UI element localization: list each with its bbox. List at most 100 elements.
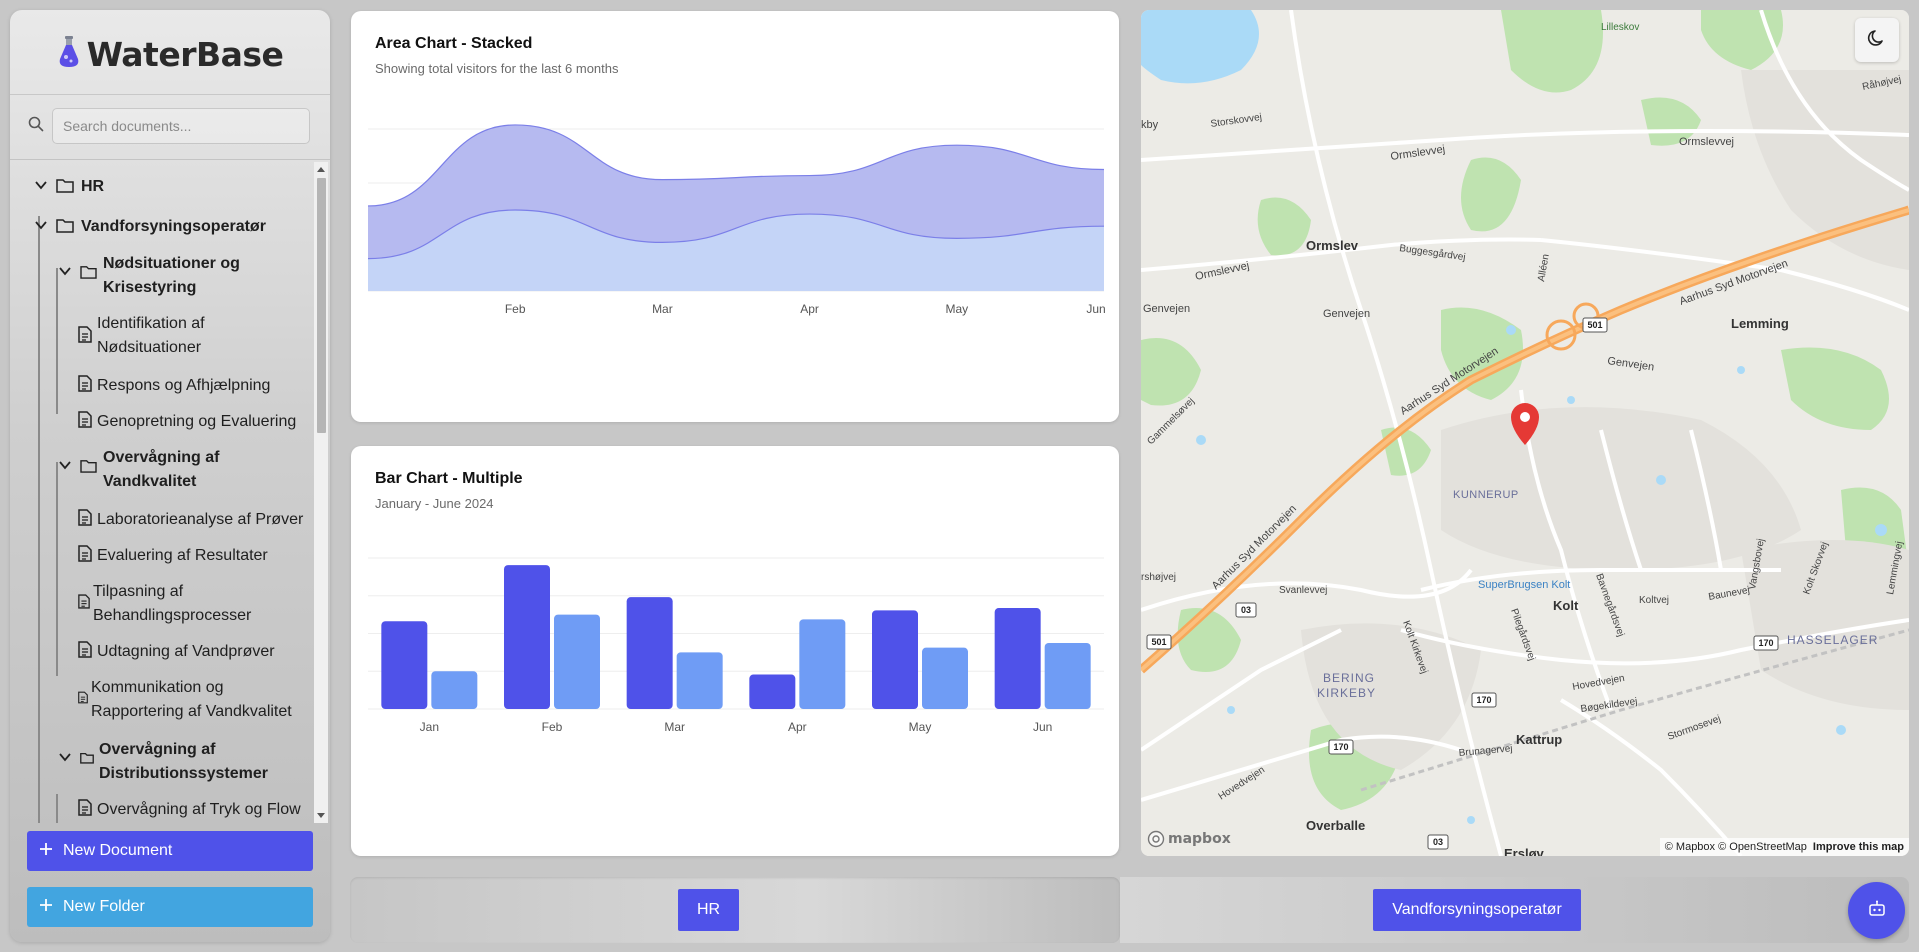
map-label-kby: kby	[1141, 119, 1159, 131]
bar-series-2[interactable]	[922, 647, 968, 709]
x-tick-label: Feb	[505, 302, 526, 316]
road-shield-label: 03	[1433, 837, 1443, 847]
bar-series-1[interactable]	[381, 621, 428, 709]
document-icon	[78, 641, 92, 663]
chevron-down-icon[interactable]	[58, 750, 74, 769]
document-icon	[78, 326, 92, 348]
bar-series-2[interactable]	[554, 614, 600, 709]
improve-map-link[interactable]: Improve this map	[1813, 841, 1904, 853]
tree-label: Genopretning og Evaluering	[97, 413, 297, 430]
road-shield-label: 501	[1587, 320, 1602, 330]
tree-scrollbar[interactable]	[314, 162, 328, 823]
map-label-svanlevvej: Svanlevvej	[1279, 585, 1327, 596]
x-tick-label: Apr	[800, 302, 819, 316]
new-document-label: New Document	[63, 842, 173, 859]
chevron-down-icon[interactable]	[34, 178, 50, 197]
mapbox-logo-text: mapbox	[1168, 831, 1231, 847]
bar-chart-title: Bar Chart - Multiple	[375, 470, 523, 487]
search-input[interactable]	[52, 108, 310, 144]
theme-toggle-button[interactable]	[1855, 18, 1899, 62]
x-tick-label: Mar	[652, 302, 673, 316]
bar-series-2[interactable]	[1044, 642, 1091, 709]
tree-label: Distributionssystemer	[99, 765, 268, 782]
map-label-ormslev: Ormslev	[1306, 238, 1359, 253]
tree-file-genopretning[interactable]: Genopretning og Evaluering	[78, 410, 296, 434]
map-label-kolt: Kolt	[1553, 598, 1579, 613]
new-folder-button[interactable]: New Folder	[27, 887, 313, 927]
map[interactable]: 501 501 03 170 170 170 03 Ormslev Lemmin…	[1141, 10, 1909, 856]
document-icon	[78, 411, 92, 433]
bar-series-1[interactable]	[626, 597, 673, 709]
tree-label: Evaluering af Resultater	[97, 547, 268, 564]
tree-folder-distributionssystemer[interactable]: Overvågning af Distributionssystemer	[58, 738, 268, 786]
tree-file-identifikation[interactable]: Identifikation af Nødsituationer	[78, 312, 205, 360]
tree-label: Identifikation af	[97, 315, 205, 332]
map-label-hasselager: HASSELAGER	[1787, 633, 1878, 647]
tree-label: Udtagning af Vandprøver	[97, 643, 275, 660]
attribution-text[interactable]: © Mapbox © OpenStreetMap	[1665, 841, 1807, 853]
bar-series-1[interactable]	[749, 674, 796, 709]
tree-folder-nodsituationer[interactable]: Nødsituationer og Krisestyring	[58, 252, 240, 300]
tree-label: Nødsituationer	[97, 339, 202, 356]
scroll-thumb[interactable]	[317, 178, 326, 433]
bar-chart-subtitle: January - June 2024	[375, 496, 494, 511]
chevron-down-icon[interactable]	[58, 264, 74, 283]
document-icon	[78, 691, 88, 709]
assistant-button[interactable]	[1848, 882, 1905, 939]
scroll-down-arrow-icon[interactable]	[317, 813, 325, 818]
folder-icon	[56, 217, 74, 238]
bar-series-2[interactable]	[799, 619, 846, 709]
tree-folder-vandforsyningsoperator[interactable]: Vandforsyningsoperatør	[34, 215, 266, 239]
map-label-erslov: Ersløv	[1504, 846, 1545, 856]
search-icon	[28, 116, 44, 137]
tree-file-tryk-flow[interactable]: Overvågning af Tryk og Flow	[78, 798, 301, 822]
folder-chip-vandforsyningsoperator[interactable]: Vandforsyningsoperatør	[1373, 889, 1581, 931]
map-label-genvejen-2: Genvejen	[1323, 308, 1370, 320]
map-label-kunnerup: KUNNERUP	[1453, 489, 1519, 501]
folder-chip-hr[interactable]: HR	[678, 889, 739, 931]
bar-series-1[interactable]	[994, 608, 1041, 709]
road-shield-label: 170	[1758, 638, 1773, 648]
folder-icon	[80, 751, 94, 769]
bar-series-1[interactable]	[504, 565, 550, 709]
tree-folder-hr[interactable]: HR	[34, 175, 104, 199]
x-tick-label: Feb	[542, 720, 563, 734]
document-icon	[78, 799, 92, 821]
bar-series-2[interactable]	[431, 671, 478, 709]
map-label-rshojvej: rshøjvej	[1141, 572, 1176, 583]
chevron-down-icon[interactable]	[58, 458, 74, 477]
bar-series-2[interactable]	[676, 652, 723, 709]
tree-file-respons[interactable]: Respons og Afhjælpning	[78, 374, 270, 398]
tree-label: Krisestyring	[103, 279, 197, 296]
tree-file-udtagning[interactable]: Udtagning af Vandprøver	[78, 640, 275, 664]
road-shield-label: 03	[1241, 605, 1251, 615]
x-tick-label: May	[909, 720, 932, 734]
bar-series-1[interactable]	[872, 610, 918, 709]
tree-file-tilpasning[interactable]: Tilpasning af Behandlingsprocesser	[78, 580, 251, 628]
flask-icon	[57, 35, 81, 74]
robot-icon	[1868, 900, 1886, 921]
document-icon	[78, 545, 92, 567]
tree-file-kommunikation[interactable]: Kommunikation og Rapportering af Vandkva…	[78, 676, 292, 724]
map-canvas[interactable]: 501 501 03 170 170 170 03 Ormslev Lemmin…	[1141, 10, 1909, 856]
bar-chart: Jan Feb Mar Apr May Jun	[368, 557, 1104, 734]
document-icon	[78, 594, 90, 614]
tree-label: Rapportering af Vandkvalitet	[91, 703, 292, 720]
tree-file-evaluering[interactable]: Evaluering af Resultater	[78, 544, 268, 568]
tree-label: Kommunikation og	[91, 679, 224, 696]
plus-icon	[39, 842, 53, 861]
tree-folder-vandkvalitet[interactable]: Overvågning af Vandkvalitet	[58, 446, 219, 494]
new-document-button[interactable]: New Document	[27, 831, 313, 871]
map-label-kattrup: Kattrup	[1516, 732, 1562, 747]
area-chart-title: Area Chart - Stacked	[375, 35, 533, 52]
tree-file-laboratorieanalyse[interactable]: Laboratorieanalyse af Prøver	[78, 508, 303, 532]
mapbox-logo[interactable]: mapbox	[1147, 830, 1231, 848]
scroll-up-arrow-icon[interactable]	[317, 167, 325, 172]
sidebar: WaterBase HR Vandforsyningsoperatør	[10, 10, 330, 942]
map-label-kirkeby: KIRKEBY	[1317, 686, 1376, 700]
area-chart-card: Area Chart - Stacked Showing total visit…	[351, 11, 1119, 422]
chevron-down-icon[interactable]	[34, 218, 50, 237]
tree-label: Tilpasning af	[93, 583, 184, 600]
plus-icon	[39, 898, 53, 917]
map-label-ormslevvej-3: Ormslevvej	[1679, 136, 1734, 148]
